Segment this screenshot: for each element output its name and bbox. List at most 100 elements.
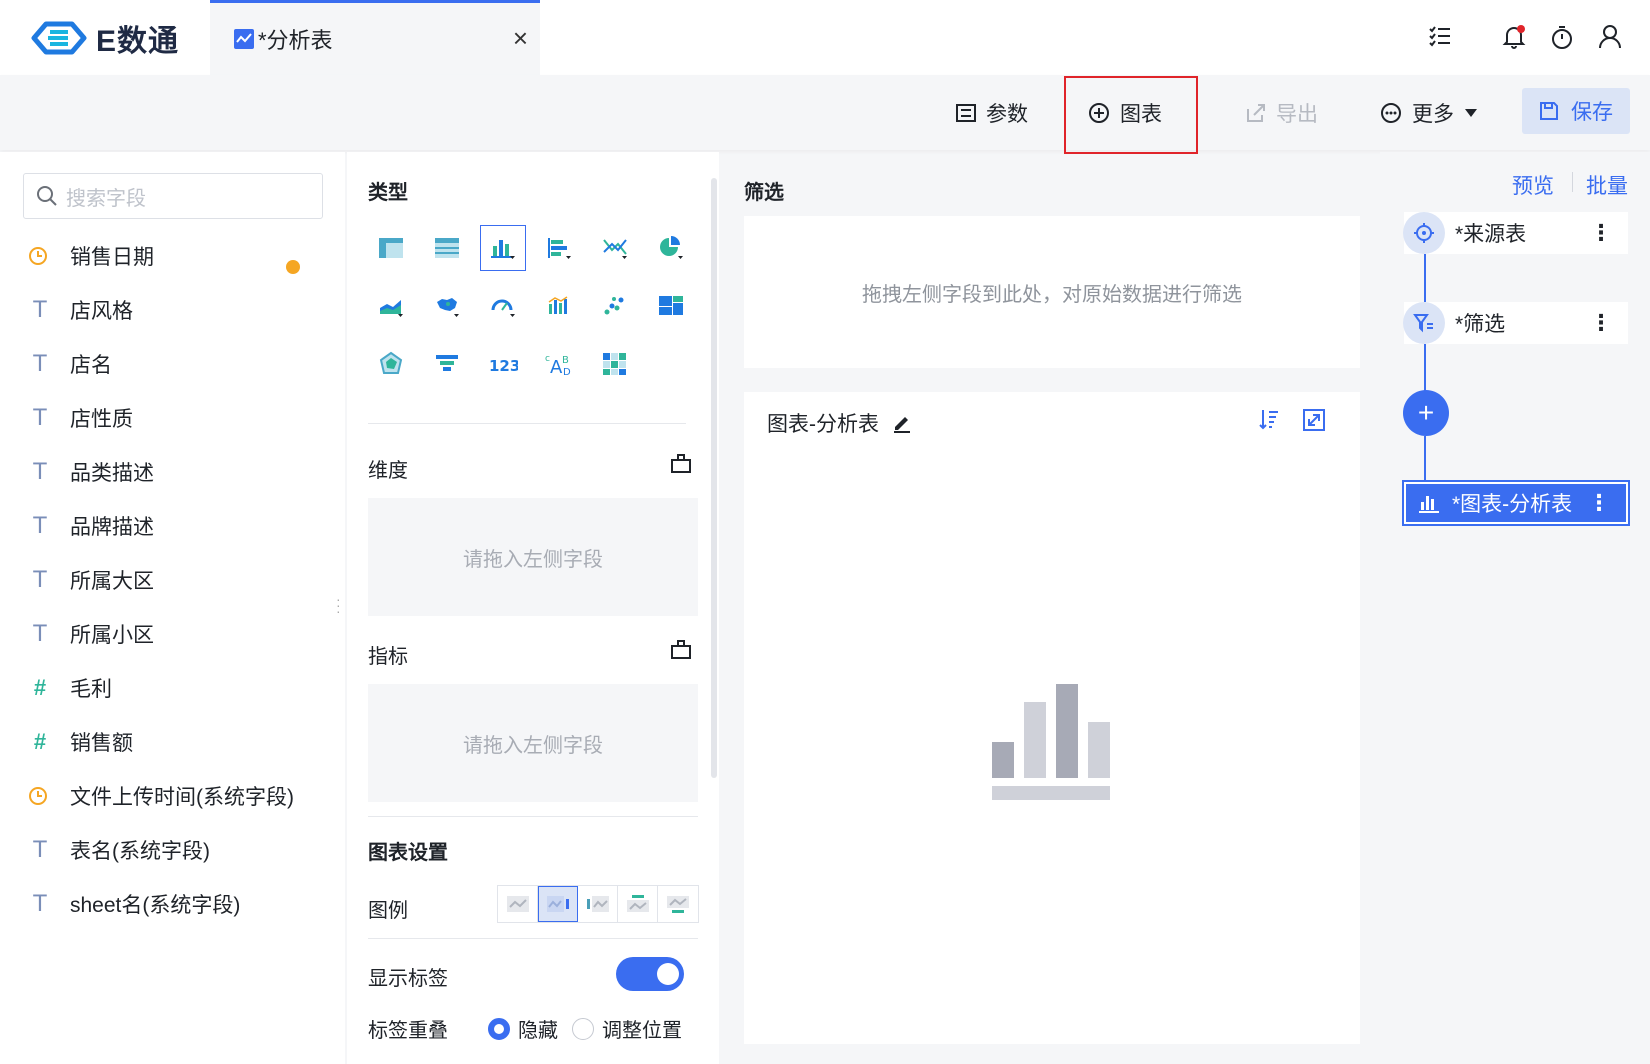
bar-chart-icon[interactable] bbox=[480, 225, 526, 271]
node-label: *来源表 bbox=[1455, 223, 1527, 246]
chart-title-wrap: 图表-分析表 bbox=[767, 408, 913, 438]
field-search-input[interactable]: 搜索字段 bbox=[23, 173, 323, 219]
params-button[interactable]: 参数 bbox=[956, 98, 1028, 128]
kpi-number-icon[interactable]: 123 bbox=[480, 341, 526, 387]
caret-down-icon bbox=[1465, 109, 1477, 117]
edit-icon[interactable] bbox=[891, 412, 913, 434]
legend-bottom-button[interactable] bbox=[658, 886, 698, 922]
config-scrollbar[interactable] bbox=[711, 178, 717, 778]
node-more-icon[interactable]: ⋮ bbox=[1590, 310, 1612, 336]
field-item[interactable]: T 店名 bbox=[28, 344, 112, 384]
radar-chart-icon[interactable] bbox=[368, 341, 414, 387]
pivot-table-icon[interactable] bbox=[368, 225, 414, 271]
timer-icon[interactable] bbox=[1550, 24, 1574, 50]
legend-left-button[interactable] bbox=[578, 886, 618, 922]
task-list-icon[interactable] bbox=[1428, 24, 1452, 48]
tab-close-icon[interactable]: × bbox=[513, 25, 528, 51]
divider bbox=[368, 423, 686, 424]
field-item[interactable]: Tsheet名(系统字段) bbox=[28, 884, 240, 924]
export-button[interactable]: 导出 bbox=[1246, 98, 1318, 128]
dimension-drop-zone[interactable]: 请拖入左侧字段 bbox=[368, 498, 698, 616]
tab-label: *分析表 bbox=[258, 28, 333, 53]
gauge-chart-icon[interactable] bbox=[480, 283, 526, 329]
text-type-icon: T bbox=[33, 406, 47, 431]
field-item[interactable]: 销售日期 bbox=[28, 236, 154, 276]
text-type-icon: T bbox=[33, 568, 47, 593]
combo-chart-icon[interactable] bbox=[536, 283, 582, 329]
preview-link[interactable]: 预览 bbox=[1512, 170, 1554, 200]
pipeline-panel bbox=[1380, 152, 1650, 1064]
clock-icon bbox=[28, 786, 52, 806]
pie-chart-icon[interactable] bbox=[648, 225, 694, 271]
pipeline-node-chart[interactable]: *图表-分析表 ⋮ bbox=[1402, 480, 1630, 526]
line-chart-icon[interactable] bbox=[592, 225, 638, 271]
scatter-chart-icon[interactable] bbox=[592, 283, 638, 329]
stacked-bar-chart-icon[interactable] bbox=[536, 225, 582, 271]
dimension-title: 维度 bbox=[368, 460, 408, 482]
pipeline-node-source[interactable]: *来源表 ⋮ bbox=[1403, 212, 1628, 254]
metric-clear-icon[interactable] bbox=[670, 638, 692, 660]
pipeline-node-filter[interactable]: *筛选 ⋮ bbox=[1403, 302, 1628, 344]
sort-icon[interactable] bbox=[1258, 408, 1280, 430]
divider bbox=[368, 938, 698, 939]
field-item[interactable]: T 品牌描述 bbox=[28, 506, 154, 546]
chart-title: 图表-分析表 bbox=[767, 413, 879, 436]
field-label: 店名 bbox=[70, 354, 112, 377]
field-item[interactable]: T 所属大区 bbox=[28, 560, 154, 600]
heatmap-chart-icon[interactable] bbox=[592, 341, 638, 387]
legend-top-button[interactable] bbox=[618, 886, 658, 922]
field-label: 销售额 bbox=[70, 732, 133, 755]
fullscreen-icon[interactable] bbox=[1303, 409, 1325, 431]
field-item[interactable]: T 店性质 bbox=[28, 398, 133, 438]
show-label-toggle[interactable] bbox=[616, 957, 684, 991]
overlap-adjust-radio[interactable]: 调整位置 bbox=[572, 1014, 682, 1043]
treemap-chart-icon[interactable] bbox=[648, 283, 694, 329]
label-overlap-label: 标签重叠 bbox=[368, 1020, 448, 1042]
user-icon[interactable] bbox=[1598, 24, 1622, 50]
node-more-icon[interactable]: ⋮ bbox=[1590, 220, 1612, 246]
area-chart-icon[interactable] bbox=[368, 283, 414, 329]
text-type-icon: T bbox=[33, 460, 47, 485]
add-step-button[interactable]: + bbox=[1403, 390, 1449, 436]
field-label: 毛利 bbox=[70, 678, 112, 701]
batch-link[interactable]: 批量 bbox=[1586, 170, 1628, 200]
legend-right-button[interactable] bbox=[538, 886, 578, 922]
save-icon bbox=[1540, 102, 1558, 120]
pipeline-connector bbox=[1424, 436, 1426, 484]
field-item[interactable]: T 品类描述 bbox=[28, 452, 154, 492]
panel-resizer[interactable]: · · · bbox=[336, 592, 341, 618]
field-label: 店性质 bbox=[70, 408, 133, 431]
divider bbox=[368, 816, 698, 817]
bell-icon[interactable] bbox=[1502, 24, 1526, 50]
dimension-clear-icon[interactable] bbox=[670, 452, 692, 474]
word-cloud-icon[interactable]: cABD bbox=[536, 341, 582, 387]
metric-drop-zone[interactable]: 请拖入左侧字段 bbox=[368, 684, 698, 802]
legend-none-button[interactable] bbox=[498, 886, 538, 922]
field-item[interactable]: T 所属小区 bbox=[28, 614, 154, 654]
plus-circle-icon bbox=[1089, 103, 1109, 123]
funnel-chart-icon[interactable] bbox=[424, 341, 470, 387]
add-chart-button[interactable]: 图表 bbox=[1088, 98, 1162, 128]
overlap-hide-radio[interactable]: 隐藏 bbox=[488, 1014, 558, 1043]
field-item[interactable]: # 毛利 bbox=[28, 668, 112, 708]
export-label: 导出 bbox=[1276, 103, 1318, 126]
unsaved-dot bbox=[286, 260, 300, 274]
tab-analysis[interactable]: *分析表 × bbox=[210, 0, 540, 75]
chart-line-icon bbox=[234, 29, 254, 49]
show-label-label: 显示标签 bbox=[368, 968, 448, 990]
app-logo[interactable]: E数通 bbox=[28, 16, 179, 60]
filter-drop-zone[interactable]: 拖拽左侧字段到此处，对原始数据进行筛选 bbox=[744, 216, 1360, 368]
detail-table-icon[interactable] bbox=[424, 225, 470, 271]
field-label: 店风格 bbox=[70, 300, 133, 323]
more-button[interactable]: 更多 bbox=[1380, 98, 1478, 128]
node-more-icon[interactable]: ⋮ bbox=[1588, 490, 1610, 516]
svg-text:123: 123 bbox=[489, 357, 518, 375]
field-item[interactable]: T 店风格 bbox=[28, 290, 133, 330]
more-label: 更多 bbox=[1412, 103, 1454, 126]
field-item[interactable]: T 表名(系统字段) bbox=[28, 830, 210, 870]
map-chart-icon[interactable] bbox=[424, 283, 470, 329]
field-item[interactable]: # 销售额 bbox=[28, 722, 133, 762]
field-item[interactable]: 文件上传时间(系统字段) bbox=[28, 776, 294, 816]
params-icon bbox=[956, 104, 976, 122]
save-button[interactable]: 保存 bbox=[1522, 88, 1630, 134]
